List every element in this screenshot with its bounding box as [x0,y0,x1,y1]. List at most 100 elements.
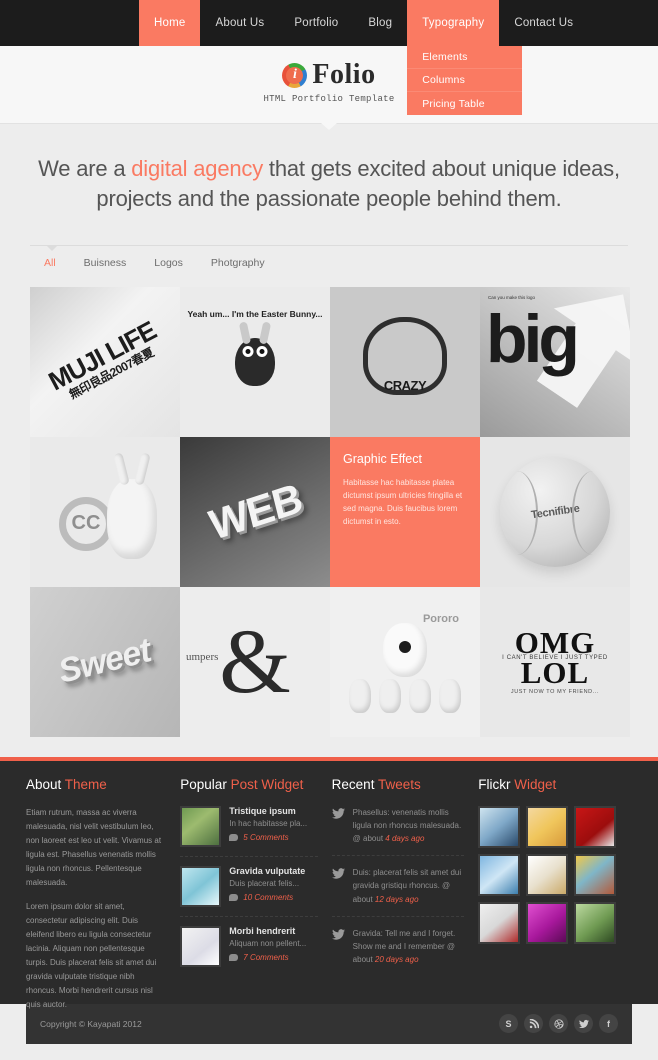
social-links: S f [499,1014,618,1034]
portfolio-tile-web-3d-letters[interactable]: WEB [180,436,330,587]
flickr-photo-grid [478,805,632,944]
graphic-effect-title: Graphic Effect [343,451,422,466]
portfolio-tile-sweet-3d-letters[interactable]: Sweet [30,586,180,737]
tweet-text: Phasellus: venenatis mollis ligula non r… [353,806,465,846]
tile-caption-secondary: umpers [186,650,219,663]
flickr-photo-6[interactable] [574,853,617,896]
tweet-item[interactable]: Duis: placerat felis sit amet dui gravid… [331,866,465,917]
filter-notch-icon [47,245,57,251]
facebook-icon[interactable]: f [599,1014,618,1034]
post-comments[interactable]: 7 Comments [229,953,306,962]
about-paragraph-1: Etiam rutrum, massa ac viverra malesuada… [26,807,162,887]
nav-item-blog[interactable]: Blog [353,0,407,46]
about-paragraph-2: Lorem ipsum dolor sit amet, consectetur … [26,901,157,1009]
post-meta: Tristique ipsum In hac habitasse pla... … [229,806,307,847]
filter-all[interactable]: All [30,254,70,272]
tweets-title-part2: Tweets [377,776,421,792]
nav-item-contact-us[interactable]: Contact Us [499,0,588,46]
hero-text-pre: We are a [38,156,132,181]
flickr-photo-5[interactable] [526,853,569,896]
flickr-photo-3[interactable] [574,805,617,848]
flickr-photo-9[interactable] [574,901,617,944]
flickr-title-part1: Flickr [478,776,515,792]
portfolio-tile-big-typography[interactable]: Can you make this logo big [480,286,630,437]
logo-text: Folio [312,59,376,90]
tile-image: Pororo [330,586,480,737]
portfolio-tile-easter-bunny[interactable]: Yeah um... I'm the Easter Bunny... [180,286,330,437]
tile-image: Tecnifibre [480,436,630,587]
portfolio-tile-crazy-artwork[interactable]: CRAZY [330,286,480,437]
graphic-effect-text: Habitasse hac habitasse platea dictumst … [343,477,463,527]
twitter-bird-icon [331,807,345,819]
portfolio-tile-graphic-effect[interactable]: Graphic Effect Habitasse hac habitasse p… [330,436,480,587]
post-thumbnail [180,805,222,847]
dropdown-item-elements[interactable]: Elements [407,46,523,69]
nav-label: Home [154,17,186,29]
flickr-photo-7[interactable] [478,901,521,944]
tweet-text: Duis: placerat felis sit amet dui gravid… [353,866,465,906]
dropdown-item-columns[interactable]: Columns [407,69,523,92]
filter-logos[interactable]: Logos [140,254,197,272]
post-excerpt: In hac habitasse pla... [229,818,308,828]
dropdown-item-pricing-table[interactable]: Pricing Table [407,92,522,115]
flickr-photo-4[interactable] [478,853,521,896]
nav-item-home[interactable]: Home [139,0,201,46]
about-widget-title: About Theme [26,777,166,792]
portfolio-tile-creative-commons-rabbit[interactable]: CC [30,436,180,587]
tile-caption-quaternary: JUST NOW TO MY FRIEND... [510,689,600,696]
flickr-photo-2[interactable] [526,805,569,848]
header-notch-icon [321,123,337,130]
flickr-photo-8[interactable] [526,901,569,944]
flickr-widget-title: Flickr Widget [478,777,632,792]
logo[interactable]: i Folio HTML Portfolio Template [263,59,394,105]
hero-section: We are a digital agency that gets excite… [0,124,658,215]
twitter-icon[interactable] [574,1014,593,1034]
portfolio-tile-tennis-ball[interactable]: Tecnifibre [480,436,630,587]
nav-item-typography[interactable]: Typography Elements Columns Pricing Tabl… [407,0,523,115]
twitter-glyph [578,1019,589,1028]
nav-label: Typography [422,17,485,29]
popular-post-item[interactable]: Gravida vulputate Duis placerat felis...… [180,865,318,917]
tweet-item[interactable]: Gravida: Tell me and I forget. Show me a… [331,927,465,977]
rss-icon[interactable] [524,1014,543,1034]
flickr-photo-1[interactable] [478,805,521,848]
nav-item-portfolio[interactable]: Portfolio [279,0,353,46]
post-comments[interactable]: 10 Comments [229,893,305,902]
portfolio-tile-muji-life[interactable]: MUJI LIFE 無印良品2007春夏 [30,286,180,437]
portfolio-tile-omg-lol-typewriter[interactable]: OMG I CAN'T BELIEVE I JUST TYPED LOL JUS… [480,586,630,737]
post-thumbnail [180,925,222,967]
rabbit-figure-icon: CC [45,457,165,567]
skype-glyph: S [505,1018,512,1029]
footer-widget-about: About Theme Etiam rutrum, massa ac viver… [26,777,180,1009]
popular-post-item[interactable]: Morbi hendrerit Aliquam non pellent... 7… [180,925,317,976]
post-comments-label: 5 Comments [243,832,289,842]
dribbble-glyph [553,1019,564,1029]
filter-photgraphy[interactable]: Photgraphy [197,254,279,272]
tile-caption-text: CRAZY [383,377,427,393]
filter-buisness[interactable]: Buisness [70,254,141,272]
tweets-widget-title: Recent Tweets [332,777,465,792]
flickr-title-part2: Widget [514,776,557,792]
facebook-glyph: f [607,1018,610,1029]
post-excerpt: Duis placerat felis... [229,878,300,888]
tile-caption-text: & [219,610,291,713]
ifolio-logo-icon: i [282,62,308,88]
portfolio-tile-ampersand-cable[interactable]: & umpers [180,586,330,737]
tweet-item[interactable]: Phasellus: venenatis mollis ligula non r… [331,806,465,857]
omg-lol-artwork: OMG I CAN'T BELIEVE I JUST TYPED LOL JUS… [502,627,608,696]
portfolio-tile-pororo-characters[interactable]: Pororo [330,586,480,737]
portfolio-filter-bar: All Buisness Logos Photgraphy [0,214,658,272]
post-comments[interactable]: 5 Comments [229,833,307,842]
main-nav: Home About Us Portfolio Blog Typography … [139,0,588,115]
dribbble-icon[interactable] [549,1014,568,1034]
comment-bubble-icon [229,833,239,841]
nav-item-about-us[interactable]: About Us [200,0,279,46]
tweet-text: Gravida: Tell me and I forget. Show me a… [353,927,465,967]
post-title[interactable]: Morbi hendrerit [229,926,306,936]
filter-list: All Buisness Logos Photgraphy [30,246,628,272]
tile-image: Yeah um... I'm the Easter Bunny... [180,286,330,437]
post-title[interactable]: Gravida vulputate [229,866,305,876]
popular-post-item[interactable]: Tristique ipsum In hac habitasse pla... … [180,805,318,857]
skype-icon[interactable]: S [499,1014,518,1034]
post-title[interactable]: Tristique ipsum [229,806,307,816]
